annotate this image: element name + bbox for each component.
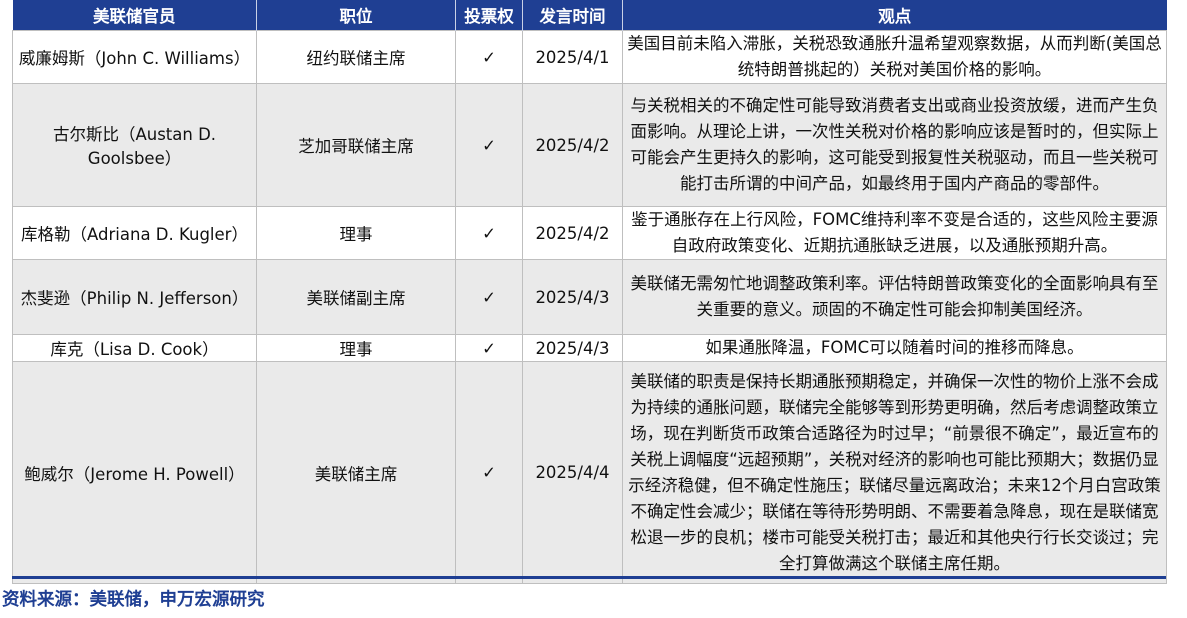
cell-position: 理事 (256, 334, 456, 362)
cell-official: 古尔斯比（Austan D. Goolsbee） (12, 83, 257, 207)
header-position: 职位 (256, 0, 456, 31)
cell-date: 2025/4/2 (522, 206, 623, 260)
cell-date: 2025/4/4 (522, 361, 623, 584)
cell-view: 美联储无需匆忙地调整政策利率。评估特朗普政策变化的全面影响具有至关重要的意义。顽… (622, 259, 1167, 335)
cell-date: 2025/4/3 (522, 334, 623, 362)
cell-view: 鉴于通胀存在上行风险，FOMC维持利率不变是合适的，这些风险主要源自政府政策变化… (622, 206, 1167, 260)
cell-vote-checkmark: ✓ (455, 30, 523, 84)
cell-vote-checkmark: ✓ (455, 259, 523, 335)
header-view: 观点 (622, 0, 1167, 31)
cell-position: 美联储主席 (256, 361, 456, 584)
cell-view: 如果通胀降温，FOMC可以随着时间的推移而降息。 (622, 334, 1167, 362)
cell-vote-checkmark: ✓ (455, 206, 523, 260)
header-row: 美联储官员 职位 投票权 发言时间 观点 (12, 0, 1167, 31)
cell-view: 美联储的职责是保持长期通胀预期稳定，并确保一次性的物价上涨不会成为持续的通胀问题… (622, 361, 1167, 584)
cell-official: 库格勒（Adriana D. Kugler） (12, 206, 257, 260)
table-row: 威廉姆斯（John C. Williams） 纽约联储主席 ✓ 2025/4/1… (12, 30, 1167, 84)
cell-position: 芝加哥联储主席 (256, 83, 456, 207)
cell-date: 2025/4/2 (522, 83, 623, 207)
table-body: 威廉姆斯（John C. Williams） 纽约联储主席 ✓ 2025/4/1… (12, 30, 1167, 584)
header-official: 美联储官员 (12, 0, 257, 31)
cell-vote-checkmark: ✓ (455, 334, 523, 362)
table-row: 库克（Lisa D. Cook） 理事 ✓ 2025/4/3 如果通胀降温，FO… (12, 334, 1167, 362)
cell-position: 纽约联储主席 (256, 30, 456, 84)
cell-vote-checkmark: ✓ (455, 361, 523, 584)
table-row: 古尔斯比（Austan D. Goolsbee） 芝加哥联储主席 ✓ 2025/… (12, 83, 1167, 207)
cell-view: 美国目前未陷入滞胀，关税恐致通胀升温希望观察数据，从而判断(美国总统特朗普挑起的… (622, 30, 1167, 84)
table-row: 杰斐逊（Philip N. Jefferson） 美联储副主席 ✓ 2025/4… (12, 259, 1167, 335)
cell-official: 威廉姆斯（John C. Williams） (12, 30, 257, 84)
table-header: 美联储官员 职位 投票权 发言时间 观点 (12, 0, 1167, 31)
cell-official: 杰斐逊（Philip N. Jefferson） (12, 259, 257, 335)
cell-date: 2025/4/3 (522, 259, 623, 335)
document-page: 美联储官员 职位 投票权 发言时间 观点 威廉姆斯（John C. Willia… (0, 0, 1187, 618)
cell-position: 理事 (256, 206, 456, 260)
source-note: 资料来源：美联储，申万宏源研究 (2, 590, 265, 610)
fed-officials-table: 美联储官员 职位 投票权 发言时间 观点 威廉姆斯（John C. Willia… (12, 0, 1167, 584)
bottom-rule (12, 576, 1166, 579)
table-row: 库格勒（Adriana D. Kugler） 理事 ✓ 2025/4/2 鉴于通… (12, 206, 1167, 260)
cell-official: 鲍威尔（Jerome H. Powell） (12, 361, 257, 584)
cell-vote-checkmark: ✓ (455, 83, 523, 207)
header-vote: 投票权 (455, 0, 523, 31)
table-row: 鲍威尔（Jerome H. Powell） 美联储主席 ✓ 2025/4/4 美… (12, 361, 1167, 584)
cell-date: 2025/4/1 (522, 30, 623, 84)
header-date: 发言时间 (522, 0, 623, 31)
cell-view: 与关税相关的不确定性可能导致消费者支出或商业投资放缓，进而产生负面影响。从理论上… (622, 83, 1167, 207)
cell-position: 美联储副主席 (256, 259, 456, 335)
cell-official: 库克（Lisa D. Cook） (12, 334, 257, 362)
